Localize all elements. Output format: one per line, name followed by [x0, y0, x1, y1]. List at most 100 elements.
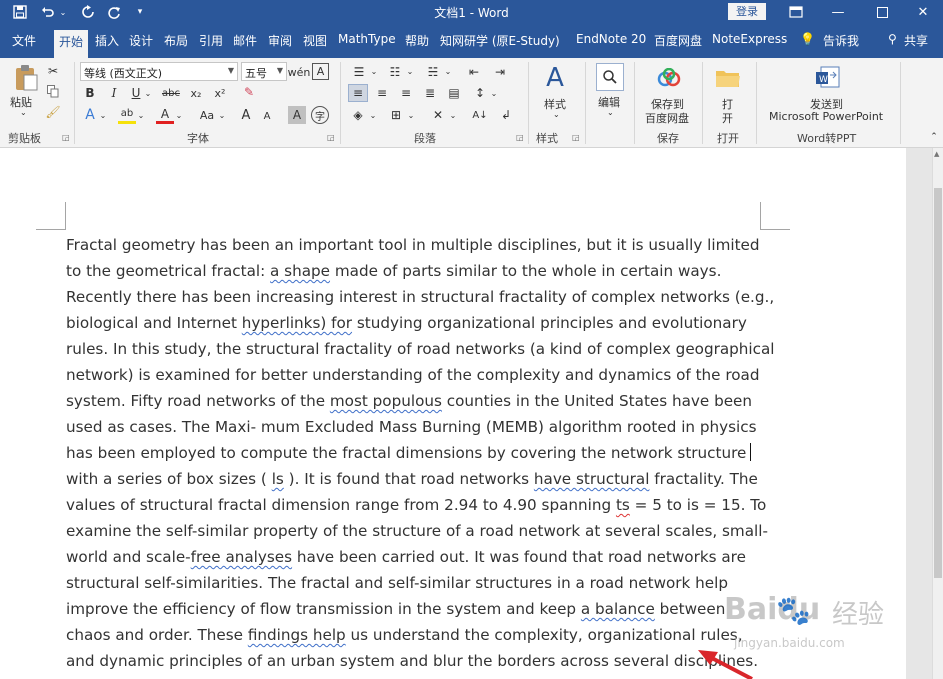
borders-icon[interactable]: ⊞: [386, 106, 406, 124]
tab-baidu-netdisk[interactable]: 百度网盘: [654, 32, 702, 49]
cut-icon[interactable]: ✂: [45, 63, 61, 79]
baidu-netdisk-icon[interactable]: [656, 66, 682, 90]
tab-review[interactable]: 审阅: [268, 32, 292, 49]
subscript-icon[interactable]: x₂: [188, 85, 204, 101]
align-center-icon[interactable]: ≡: [372, 84, 392, 102]
tab-references[interactable]: 引用: [199, 32, 223, 49]
show-marks-icon[interactable]: ↲: [496, 106, 516, 124]
tab-help[interactable]: 帮助: [405, 32, 429, 49]
tab-endnote[interactable]: EndNote 20: [576, 32, 646, 46]
send-ppt-label-2[interactable]: Microsoft PowerPoint: [769, 110, 883, 123]
format-painter-icon[interactable]: 🖌: [45, 104, 61, 120]
document-line[interactable]: improve the efficiency of flow transmiss…: [66, 596, 766, 622]
save-baidu-label-2[interactable]: 百度网盘: [645, 110, 689, 126]
minimize-icon[interactable]: —: [818, 0, 858, 24]
lightbulb-icon[interactable]: 💡: [800, 32, 815, 46]
document-line[interactable]: world and scale-free analyses have been …: [66, 544, 766, 570]
tab-mailings[interactable]: 邮件: [233, 32, 257, 49]
font-launcher-icon[interactable]: ◲: [327, 133, 335, 142]
document-line[interactable]: biological and Internet hyperlinks) for …: [66, 310, 766, 336]
align-right-icon[interactable]: ≡: [396, 84, 416, 102]
styles-dropdown-icon[interactable]: ⌄: [553, 110, 560, 119]
character-border-icon[interactable]: A: [312, 63, 329, 80]
copy-icon[interactable]: [45, 83, 61, 99]
document-line[interactable]: structural self-similarities. The fracta…: [66, 570, 766, 596]
chevron-down-icon[interactable]: ▼: [277, 66, 283, 75]
highlight-icon[interactable]: ab: [118, 106, 136, 124]
chinese-layout-icon[interactable]: ✕: [428, 106, 448, 124]
font-color-dropdown-icon[interactable]: ⌄: [175, 108, 183, 122]
paste-dropdown-icon[interactable]: ⌄: [20, 108, 27, 117]
clipboard-launcher-icon[interactable]: ◲: [62, 133, 70, 142]
highlight-dropdown-icon[interactable]: ⌄: [137, 108, 145, 122]
ribbon-display-icon[interactable]: [776, 0, 816, 24]
folder-icon[interactable]: [714, 66, 742, 90]
scroll-thumb[interactable]: [934, 188, 942, 578]
strikethrough-icon[interactable]: abc: [160, 85, 182, 101]
tab-layout[interactable]: 布局: [164, 32, 188, 49]
underline-icon[interactable]: U: [128, 85, 144, 101]
grow-font-icon[interactable]: A: [238, 106, 254, 124]
shading-icon[interactable]: ◈: [348, 106, 368, 124]
align-left-icon[interactable]: ≡: [348, 84, 368, 102]
vertical-scrollbar[interactable]: ▲: [932, 148, 943, 679]
italic-icon[interactable]: I: [106, 85, 122, 101]
paste-icon[interactable]: [12, 64, 40, 92]
change-case-icon[interactable]: Aa: [196, 106, 218, 124]
tab-noteexpress[interactable]: NoteExpress: [712, 32, 787, 46]
bullets-icon[interactable]: ☰: [348, 63, 370, 81]
paragraph-launcher-icon[interactable]: ◲: [516, 133, 524, 142]
bold-icon[interactable]: B: [82, 85, 98, 101]
tell-me-box[interactable]: 告诉我: [823, 32, 859, 49]
line-spacing-dropdown-icon[interactable]: ⌄: [490, 86, 498, 100]
open-label-2[interactable]: 开: [722, 110, 733, 126]
styles-launcher-icon[interactable]: ◲: [572, 133, 580, 142]
document-line[interactable]: to the geometrical fractal: a shape made…: [66, 258, 766, 284]
document-line[interactable]: Fractal geometry has been an important t…: [66, 232, 766, 258]
numbering-icon[interactable]: ☷: [384, 63, 406, 81]
share-button[interactable]: 共享: [904, 32, 928, 49]
bullets-dropdown-icon[interactable]: ⌄: [370, 64, 378, 78]
tab-mathtype[interactable]: MathType: [338, 32, 396, 46]
change-case-dropdown-icon[interactable]: ⌄: [218, 108, 226, 122]
chevron-down-icon[interactable]: ▼: [228, 66, 234, 75]
document-line[interactable]: values of structural fractal dimension r…: [66, 492, 766, 518]
tab-file[interactable]: 文件: [12, 32, 36, 49]
underline-dropdown-icon[interactable]: ⌄: [144, 87, 152, 99]
login-button[interactable]: 登录: [728, 3, 766, 20]
multilevel-list-icon[interactable]: ☵: [422, 63, 444, 81]
styles-icon[interactable]: A: [540, 63, 570, 93]
close-icon[interactable]: ✕: [903, 0, 943, 24]
person-icon[interactable]: ⚲: [888, 32, 897, 46]
sort-icon[interactable]: A↓: [470, 106, 490, 124]
font-color-icon[interactable]: A: [156, 106, 174, 124]
tab-view[interactable]: 视图: [303, 32, 327, 49]
tab-home[interactable]: 开始: [54, 30, 89, 58]
chinese-layout-dropdown-icon[interactable]: ⌄: [449, 108, 457, 122]
character-shading-icon[interactable]: A: [288, 106, 306, 124]
maximize-icon[interactable]: [862, 0, 902, 24]
editing-dropdown-icon[interactable]: ⌄: [607, 108, 614, 117]
clear-formatting-icon[interactable]: ✎: [240, 83, 258, 101]
document-line[interactable]: Recently there has been increasing inter…: [66, 284, 774, 310]
document-line[interactable]: has been employed to compute the fractal…: [66, 440, 766, 466]
tab-cnki[interactable]: 知网研学 (原E-Study): [440, 32, 560, 49]
line-spacing-icon[interactable]: ↕: [470, 84, 490, 102]
superscript-icon[interactable]: x²: [212, 85, 228, 101]
document-line[interactable]: system. Fifty road networks of the most …: [66, 388, 766, 414]
font-name-combo[interactable]: 等线 (西文正文) ▼: [80, 62, 238, 81]
document-line[interactable]: rules. In this study, the structural fra…: [66, 336, 775, 362]
document-line[interactable]: and dynamic principles of an urban syste…: [66, 648, 766, 674]
decrease-indent-icon[interactable]: ⇤: [464, 63, 484, 81]
collapse-ribbon-icon[interactable]: ⌃: [928, 130, 940, 144]
increase-indent-icon[interactable]: ⇥: [490, 63, 510, 81]
text-effects-dropdown-icon[interactable]: ⌄: [99, 108, 107, 122]
document-line[interactable]: used as cases. The Maxi- mum Excluded Ma…: [66, 414, 766, 440]
document-line[interactable]: network) is examined for better understa…: [66, 362, 766, 388]
shrink-font-icon[interactable]: A: [260, 108, 274, 124]
tab-design[interactable]: 设计: [129, 32, 153, 49]
distributed-icon[interactable]: ▤: [444, 84, 464, 102]
document-line[interactable]: with a series of box sizes ( ls ). It is…: [66, 466, 766, 492]
borders-dropdown-icon[interactable]: ⌄: [407, 108, 415, 122]
phonetic-guide-icon[interactable]: wén: [288, 63, 311, 81]
